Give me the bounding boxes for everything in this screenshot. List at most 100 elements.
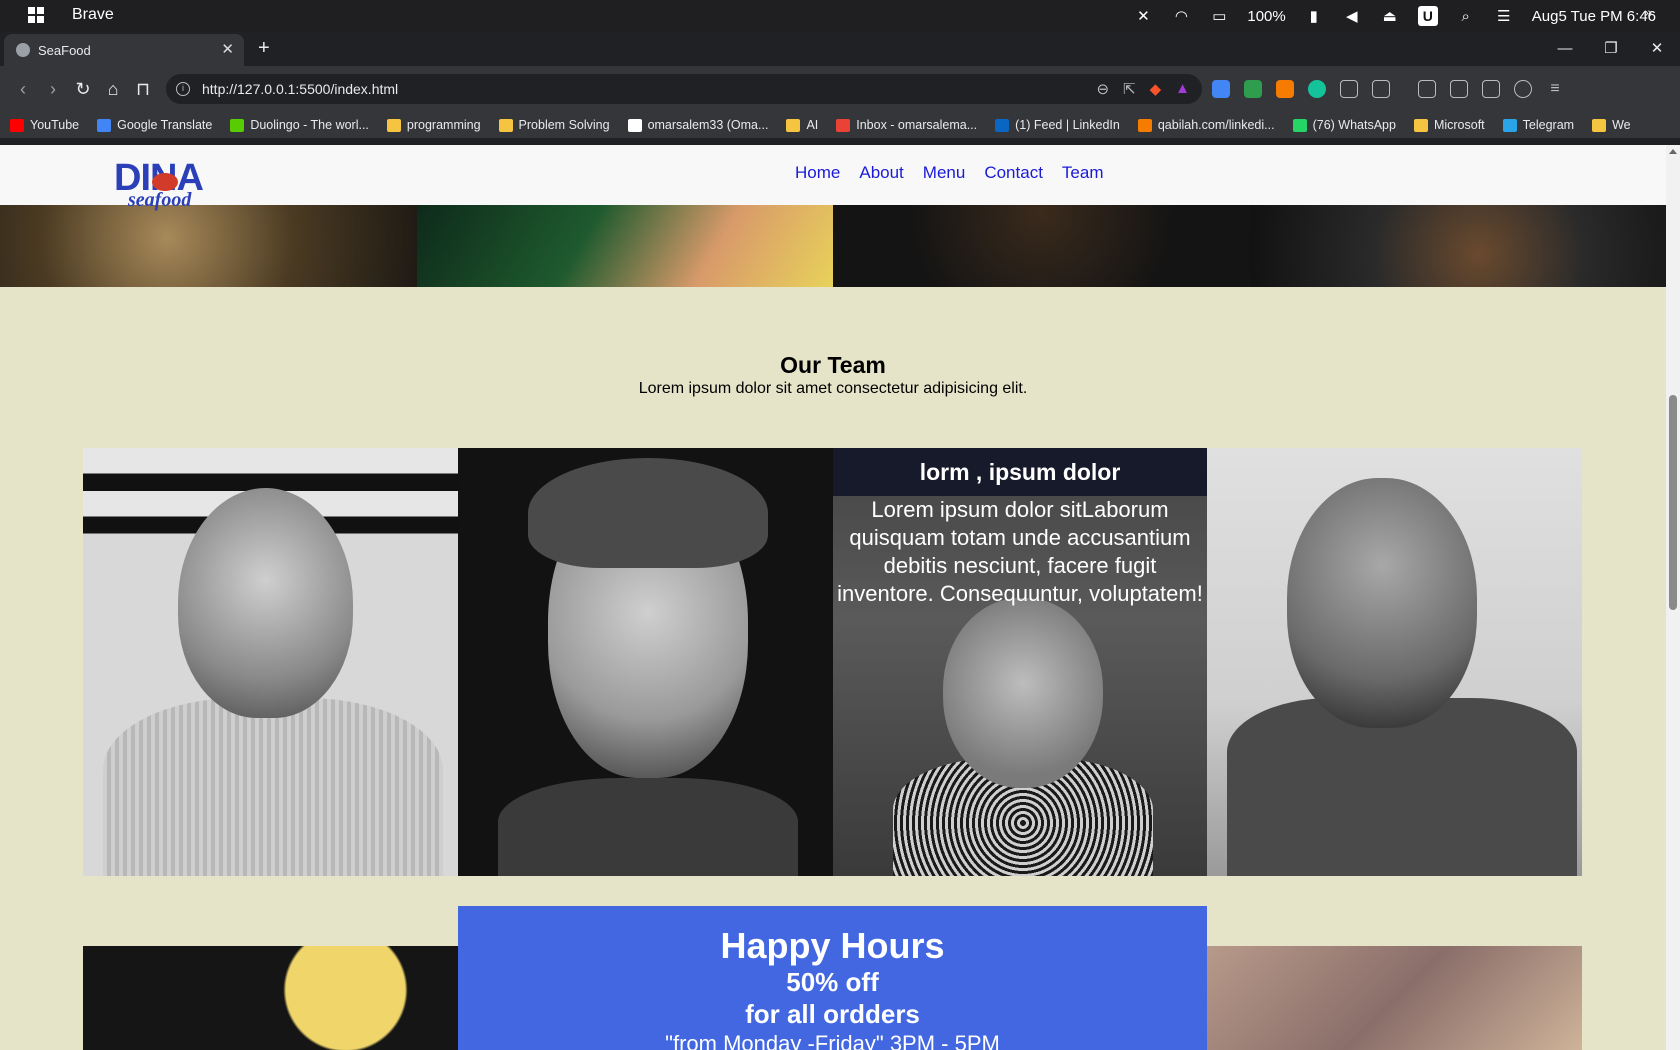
team-member-card[interactable] — [83, 448, 458, 876]
team-member-card[interactable] — [1207, 448, 1582, 876]
leo-ai-icon[interactable] — [1482, 80, 1500, 98]
os-taskbar: Brave ✕ ◠ ▭ 100% ▮ ◀ ⏏ U ⌕ ☰ Aug5 Tue PM… — [0, 0, 1680, 32]
date-time: Aug5 Tue PM 6:46 — [1531, 7, 1656, 25]
sidebar-icon[interactable] — [1418, 80, 1436, 98]
bookmark-item[interactable]: (76) WhatsApp — [1292, 118, 1396, 132]
bookmark-favicon-icon — [1292, 118, 1307, 132]
reload-icon[interactable]: ↻ — [68, 79, 98, 100]
bookmark-label: AI — [806, 118, 819, 132]
bookmark-item[interactable]: programming — [386, 118, 481, 132]
volume-icon[interactable]: ◀ — [1342, 8, 1362, 25]
battery-icon[interactable]: ▮ — [1304, 8, 1324, 25]
wifi-icon[interactable]: ◠ — [1171, 8, 1191, 25]
tab-search-icon[interactable] — [1372, 80, 1390, 98]
bookmark-item[interactable]: Telegram — [1502, 118, 1575, 132]
bookmark-label: Problem Solving — [518, 118, 610, 132]
nav-menu[interactable]: Menu — [923, 163, 966, 183]
bookmark-favicon-icon — [995, 118, 1010, 132]
grammarly-extension-icon[interactable] — [1308, 80, 1326, 98]
bookmarks-bar: YouTube Google Translate Duolingo - The wo… — [0, 112, 1680, 138]
page-scrollbar[interactable] — [1666, 145, 1680, 1050]
bookmark-favicon-icon — [836, 118, 851, 132]
share-icon[interactable]: ⇱ — [1123, 80, 1136, 98]
menu-icon[interactable]: ≡ — [1546, 80, 1564, 98]
nav-home[interactable]: Home — [795, 163, 840, 183]
bookmark-item[interactable]: Duolingo - The worl... — [230, 118, 369, 132]
user-badge[interactable]: U — [1417, 6, 1438, 26]
nav-about[interactable]: About — [859, 163, 903, 183]
more-bookmarks-icon[interactable]: » — [1644, 4, 1652, 20]
team-member-card-hovered[interactable]: lorm , ipsum dolor Lorem ipsum dolor sit… — [832, 448, 1208, 876]
shield-extension-icon[interactable] — [1244, 80, 1262, 98]
gallery-image — [0, 205, 417, 287]
nav-team[interactable]: Team — [1062, 163, 1104, 183]
tab-strip: SeaFood ✕ — [0, 32, 1680, 66]
bookmark-item[interactable]: AI — [786, 118, 818, 132]
wallet-icon[interactable] — [1450, 80, 1468, 98]
active-app-name: Brave — [72, 6, 114, 23]
gallery-image — [833, 205, 1250, 287]
minimize-icon[interactable]: — — [1542, 32, 1588, 66]
bookmark-favicon-icon — [498, 118, 513, 132]
happy-hours-banner: Happy Hours 50% off for all ordders "fro… — [458, 906, 1207, 1050]
bookmark-item[interactable]: qabilah.com/linkedi... — [1137, 118, 1275, 132]
tab-title: SeaFood — [38, 42, 91, 58]
bookmark-item[interactable]: omarsalem33 (Oma... — [627, 118, 769, 132]
bookmark-item[interactable]: (1) Feed | LinkedIn — [995, 118, 1120, 132]
home-icon[interactable]: ⌂ — [98, 79, 128, 100]
brave-rewards-icon[interactable]: ▲ — [1175, 80, 1190, 98]
bookmark-icon[interactable]: ⊓ — [128, 79, 158, 100]
restore-icon[interactable]: ❐ — [1588, 32, 1634, 66]
battery-percent: 100% — [1247, 7, 1286, 25]
vpn-icon[interactable] — [1514, 80, 1532, 98]
bookmark-item[interactable]: Google Translate — [97, 118, 212, 132]
gallery-image — [1249, 205, 1666, 287]
bookmark-label: Google Translate — [117, 118, 213, 132]
bookmark-item[interactable]: Inbox - omarsalema... — [836, 118, 977, 132]
forward-icon[interactable]: › — [38, 79, 68, 100]
member-photo-face — [1287, 478, 1478, 728]
bookmark-label: Telegram — [1522, 118, 1575, 132]
lighthouse-extension-icon[interactable] — [1276, 80, 1294, 98]
member-photo-face — [942, 598, 1103, 788]
url-text[interactable]: http://127.0.0.1:5500/index.html — [202, 81, 398, 97]
site-info-icon[interactable]: i — [176, 82, 190, 96]
eject-icon[interactable]: ⏏ — [1380, 8, 1400, 25]
bookmark-item[interactable]: YouTube — [10, 118, 79, 132]
bookmark-favicon-icon — [1413, 118, 1428, 132]
team-member-card[interactable] — [457, 448, 833, 876]
extensions-puzzle-icon[interactable] — [1340, 80, 1358, 98]
bookmark-label: omarsalem33 (Oma... — [647, 118, 769, 132]
close-tab-icon[interactable]: ✕ — [221, 40, 234, 58]
window-controls: — ❐ ✕ — [1542, 32, 1680, 66]
new-tab-icon[interactable]: + — [258, 37, 270, 60]
logo-subtext: seafood — [128, 189, 192, 211]
scrollbar-thumb[interactable] — [1669, 395, 1677, 610]
translate-extension-icon[interactable] — [1212, 80, 1230, 98]
bookmark-label: (1) Feed | LinkedIn — [1015, 118, 1120, 132]
bookmark-item[interactable]: We — [1592, 118, 1631, 132]
zoom-icon[interactable]: ⊖ — [1096, 80, 1109, 98]
windows-start-icon[interactable] — [28, 7, 44, 23]
nav-contact[interactable]: Contact — [984, 163, 1043, 183]
display-icon[interactable]: ▭ — [1209, 8, 1229, 25]
address-bar[interactable]: i http://127.0.0.1:5500/index.html ⊖ ⇱ ◆… — [166, 74, 1202, 104]
bookmark-item[interactable]: Problem Solving — [498, 118, 610, 132]
search-icon[interactable]: ⌕ — [1456, 8, 1476, 25]
scroll-up-icon[interactable] — [1669, 149, 1677, 154]
control-center-icon[interactable]: ☰ — [1494, 8, 1514, 25]
site-logo[interactable]: DINA seafood — [114, 157, 220, 215]
bookmark-item[interactable]: Microsoft — [1413, 118, 1485, 132]
member-photo-face — [178, 488, 353, 718]
bluetooth-off-icon[interactable]: ✕ — [1133, 8, 1153, 25]
bookmark-favicon-icon — [1502, 118, 1517, 132]
happy-hours-schedule: "from Monday -Friday" 3PM - 5PM — [665, 1031, 1000, 1050]
member-photo-body — [497, 778, 798, 876]
browser-toolbar: ‹ › ↻ ⌂ ⊓ i http://127.0.0.1:5500/index.… — [0, 66, 1680, 112]
close-window-icon[interactable]: ✕ — [1634, 32, 1680, 66]
bookmark-favicon-icon — [10, 118, 24, 132]
tab-seafood[interactable]: SeaFood ✕ — [4, 34, 244, 66]
back-icon[interactable]: ‹ — [8, 79, 38, 100]
lemon-image — [83, 946, 458, 1050]
brave-shields-icon[interactable]: ◆ — [1150, 80, 1162, 98]
